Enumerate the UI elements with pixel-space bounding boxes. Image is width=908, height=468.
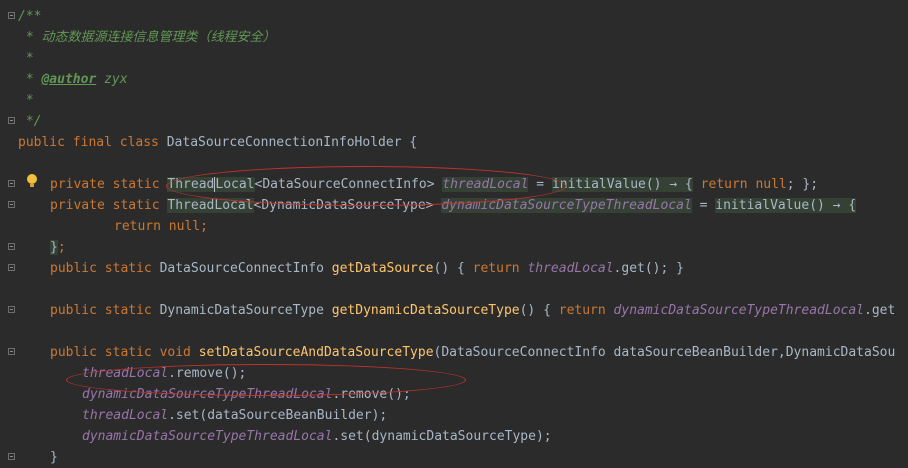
keyword: return (472, 261, 528, 276)
code-text: ; (57, 240, 66, 255)
field-name: dynamicDataSourceTypeThreadLocal (441, 198, 692, 213)
doc-comment-star: * (18, 30, 42, 45)
code-line[interactable]: /** (18, 6, 41, 27)
keyword: public final class (18, 135, 167, 150)
code-text: .get(); } (613, 261, 684, 276)
code-line[interactable]: }; (50, 237, 66, 258)
class-name: DataSourceConnectionInfoHolder { (166, 135, 418, 150)
code-text: .set(dataSourceBeanBuilder); (168, 408, 388, 423)
code-line[interactable]: return null; (114, 216, 208, 237)
code-line[interactable]: threadLocal.remove(); (82, 363, 246, 384)
code-line[interactable]: public static DataSourceConnectInfo getD… (50, 258, 684, 279)
code-line[interactable]: public static void setDataSourceAndDataS… (50, 342, 895, 363)
fold-icon[interactable] (8, 201, 15, 208)
code-text: .set(dynamicDataSourceType); (332, 429, 552, 444)
field-name: dynamicDataSourceTypeThreadLocal (82, 387, 333, 402)
code-line[interactable]: threadLocal.set(dataSourceBeanBuilder); (82, 405, 387, 426)
code-line[interactable]: * 动态数据源连接信息管理类（线程安全） (18, 27, 276, 48)
type-name: ThreadLocal (167, 198, 254, 213)
doc-comment-star: * (18, 51, 34, 66)
code-line[interactable]: * (18, 48, 34, 69)
author-tag: @author (41, 72, 97, 87)
code-text: .get (864, 303, 896, 318)
generic-type: <DataSourceConnectInfo> (254, 177, 443, 192)
field-name: threadLocal (442, 177, 529, 192)
keyword: return (558, 303, 614, 318)
fold-icon[interactable] (8, 348, 15, 355)
lambda-arrow: () → { (645, 177, 693, 192)
keyword: private static (50, 177, 168, 192)
author-name: zyx (96, 72, 128, 87)
code-line[interactable]: dynamicDataSourceTypeThreadLocal.remove(… (82, 384, 411, 405)
keyword: public static (50, 303, 160, 318)
code-line[interactable]: public final class DataSourceConnectionI… (18, 132, 417, 153)
code-text: .remove(); (168, 366, 247, 381)
fold-icon[interactable] (8, 180, 15, 187)
code-line[interactable]: private static ThreadLocal<DataSourceCon… (50, 174, 818, 195)
doc-comment-close: */ (18, 114, 42, 129)
lambda-arrow: () → { (809, 198, 857, 213)
type-name: Thread (167, 177, 215, 192)
field-name: threadLocal (527, 261, 614, 276)
keyword: private static (50, 198, 168, 213)
code-text: .remove(); (332, 387, 411, 402)
generic-type: <DynamicDataSourceType> (253, 198, 442, 213)
keyword: public static (50, 261, 160, 276)
operator: = (691, 198, 716, 213)
method-name: setDataSourceAndDataSourceType (198, 345, 434, 360)
fold-icon[interactable] (8, 306, 15, 313)
code-line[interactable]: */ (18, 111, 42, 132)
fold-icon[interactable] (8, 117, 15, 124)
method-name: getDataSource (331, 261, 434, 276)
keyword: return (700, 177, 756, 192)
fold-icon[interactable] (8, 243, 15, 250)
doc-comment-star: * (18, 93, 34, 108)
doc-comment-star: * (18, 72, 42, 87)
fold-icon[interactable] (8, 453, 15, 460)
type-name: Local (215, 177, 255, 192)
keyword: null (168, 219, 201, 234)
code-text: () { (519, 303, 559, 318)
field-name: threadLocal (82, 408, 169, 423)
method-name: getDynamicDataSourceType (331, 303, 520, 318)
code-text: ; }; (786, 177, 819, 192)
code-text: } (50, 240, 58, 255)
code-line[interactable]: } (50, 447, 58, 468)
code-text: } (50, 450, 58, 465)
field-name: dynamicDataSourceTypeThreadLocal (613, 303, 864, 318)
code-line[interactable]: * (18, 90, 34, 111)
lightbulb-icon[interactable] (27, 174, 37, 187)
doc-comment-description: 动态数据源连接信息管理类（线程安全） (41, 30, 276, 45)
type-name: DynamicDataSourceType (159, 303, 332, 318)
method-name: initialValue (715, 198, 810, 213)
keyword: public static void (50, 345, 199, 360)
code-editor[interactable]: /** * 动态数据源连接信息管理类（线程安全） * * @author zyx… (0, 0, 908, 465)
code-text: ; (200, 219, 208, 234)
type-name: DataSourceConnectInfo (159, 261, 332, 276)
code-text: () { (433, 261, 473, 276)
operator: = (528, 177, 552, 192)
doc-comment-open: /** (18, 9, 42, 24)
code-line[interactable]: private static ThreadLocal<DynamicDataSo… (50, 195, 857, 216)
fold-icon[interactable] (8, 12, 15, 19)
parameter-list: (DataSourceConnectInfo dataSourceBeanBui… (433, 345, 896, 360)
keyword: null (755, 177, 787, 192)
fold-icon[interactable] (8, 264, 15, 271)
field-name: dynamicDataSourceTypeThreadLocal (82, 429, 333, 444)
method-name: initialValue (551, 177, 646, 192)
field-name: threadLocal (82, 366, 169, 381)
code-line[interactable]: public static DynamicDataSourceType getD… (50, 300, 895, 321)
code-line[interactable]: dynamicDataSourceTypeThreadLocal.set(dyn… (82, 426, 552, 447)
code-line[interactable]: * @author zyx (18, 69, 128, 90)
keyword: return (114, 219, 169, 234)
